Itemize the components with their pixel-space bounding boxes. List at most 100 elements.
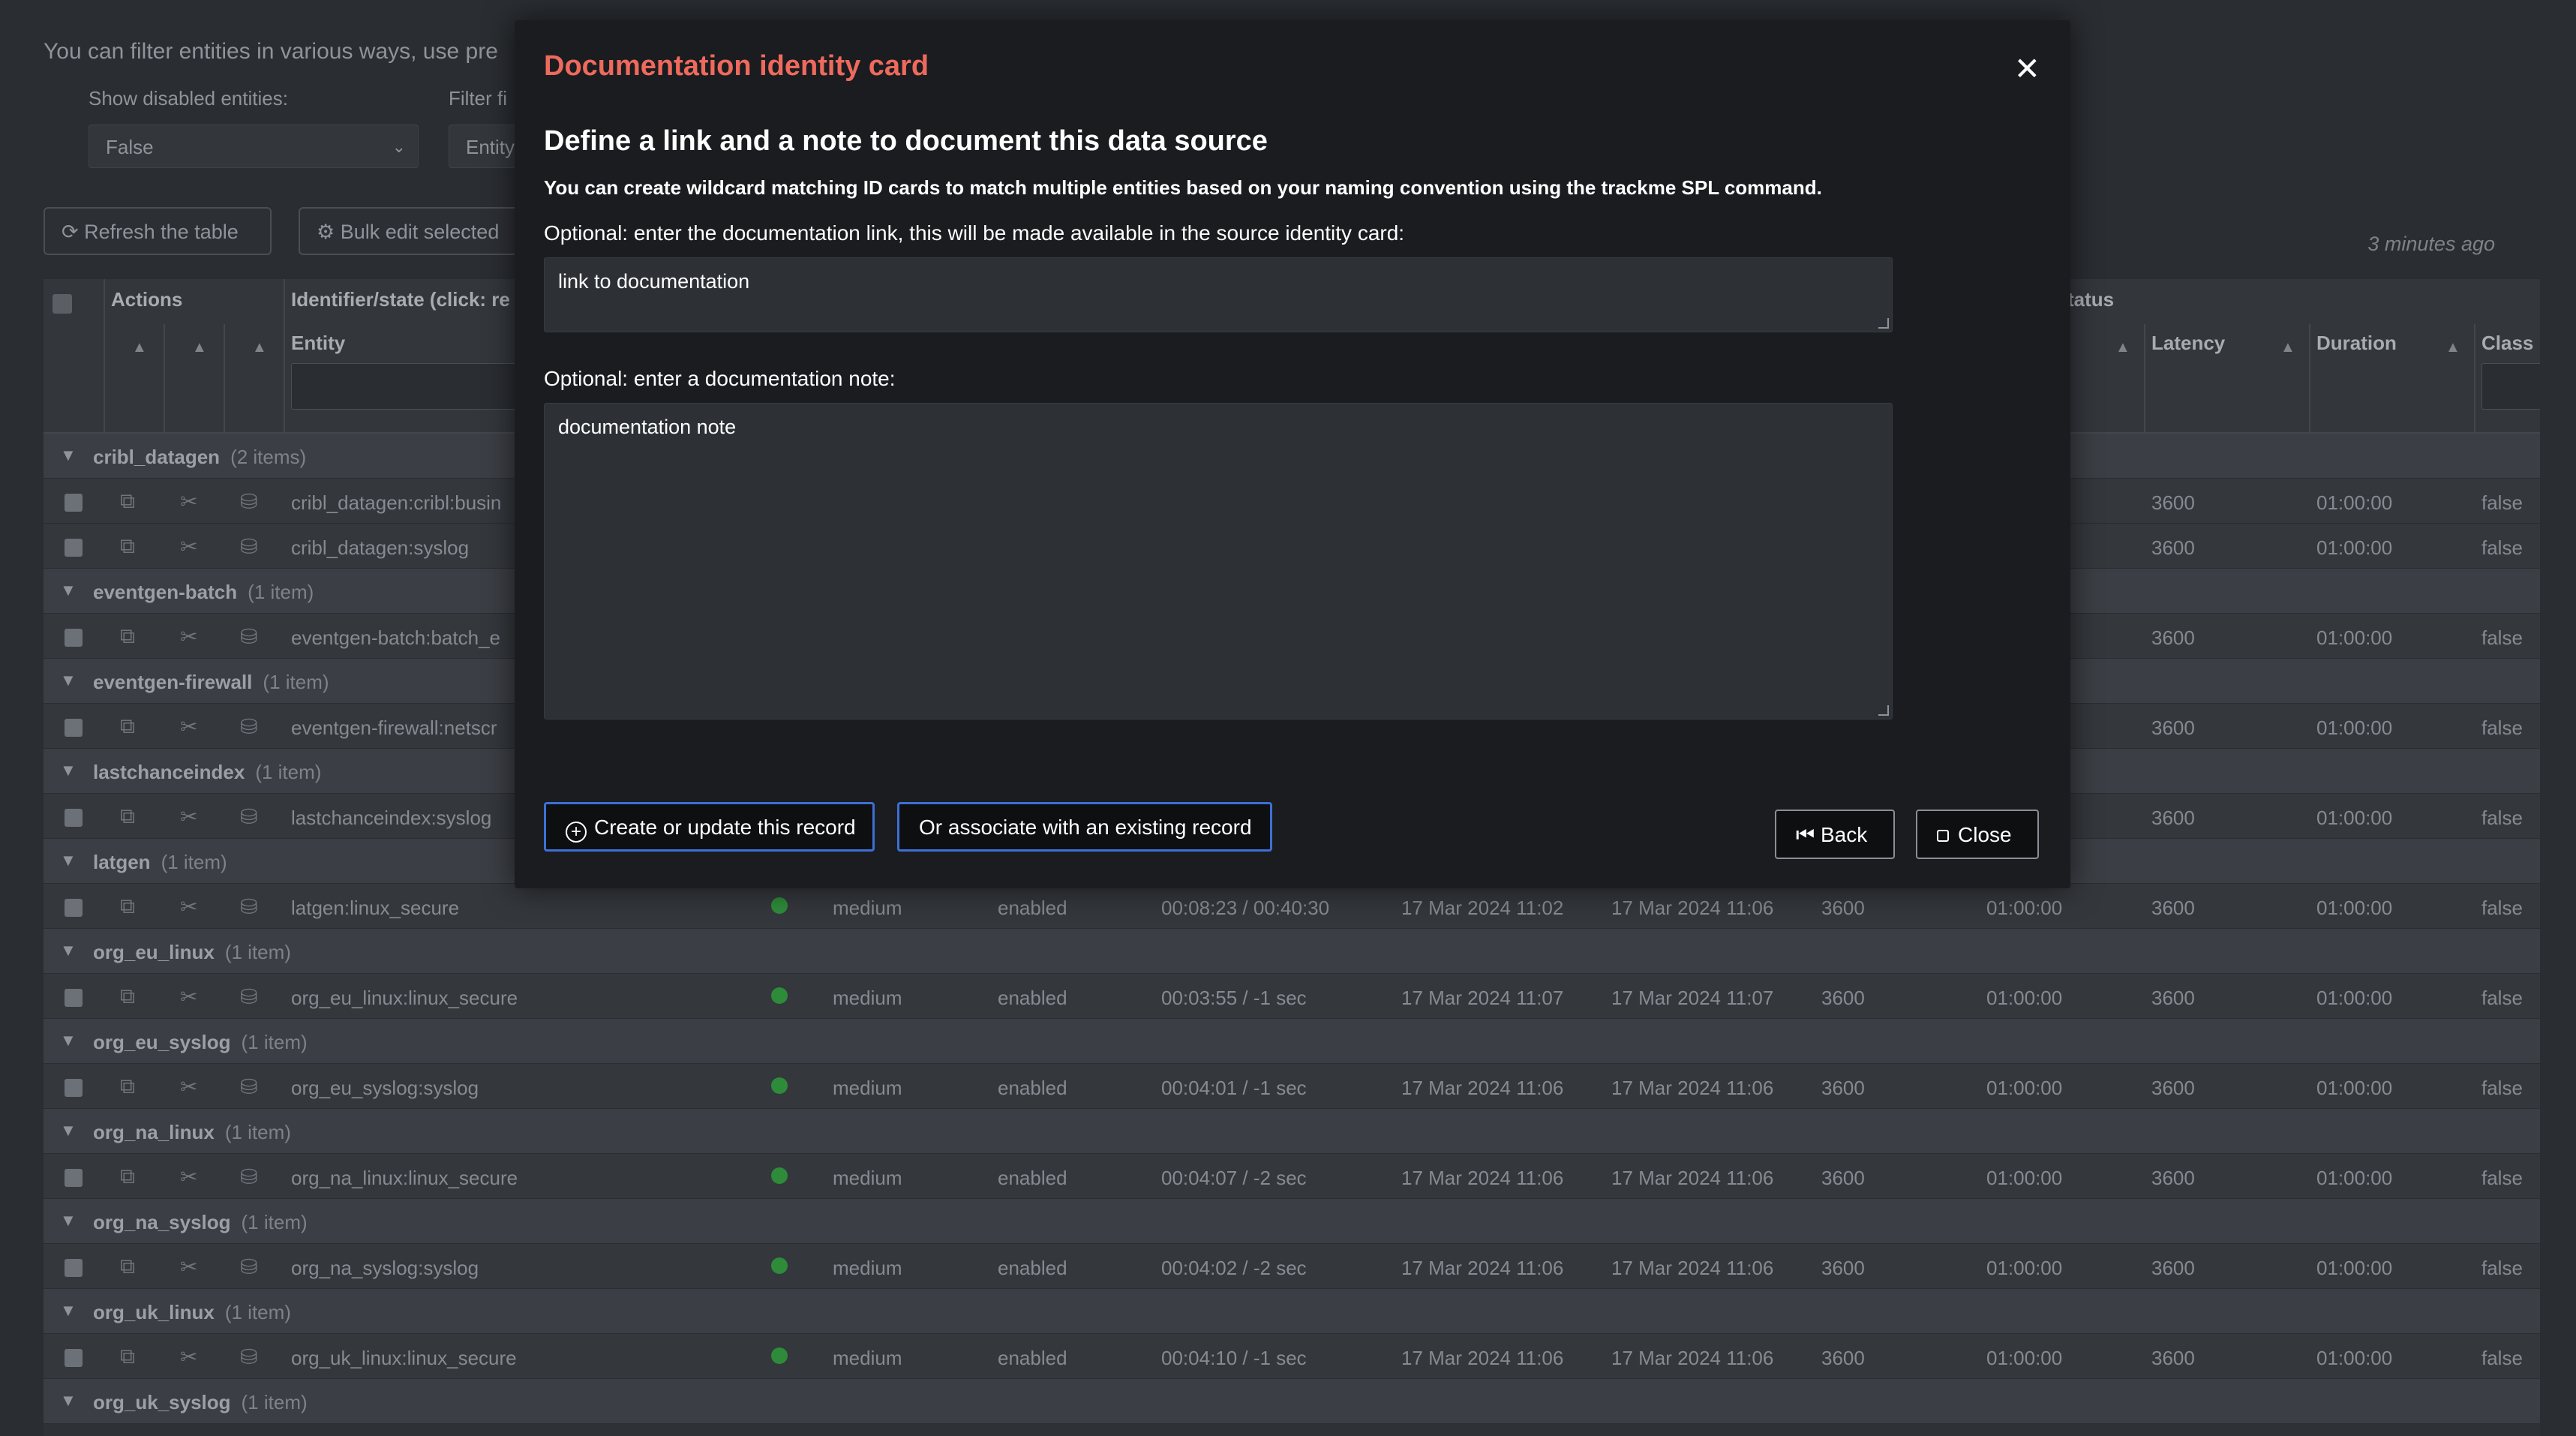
entity-cell[interactable]: org_eu_linux:linux_secure — [291, 987, 518, 1010]
caret-down-icon[interactable]: ▼ — [60, 1301, 77, 1320]
group-row[interactable]: ▼ org_uk_linux (1 item) — [44, 1289, 2540, 1334]
entity-filter-input[interactable] — [291, 363, 516, 410]
group-row[interactable]: ▼ org_na_syslog (1 item) — [44, 1199, 2540, 1244]
caret-down-icon[interactable]: ▼ — [60, 941, 77, 960]
header-latency[interactable]: Latency — [2151, 332, 2225, 355]
documentation-note-input[interactable]: documentation note — [544, 403, 1893, 720]
group-row[interactable]: ▼ org_eu_linux (1 item) — [44, 929, 2540, 974]
associate-record-button[interactable]: Or associate with an existing record — [897, 802, 1272, 852]
external-link-icon[interactable]: ⧉ — [120, 1164, 135, 1189]
table-row[interactable]: ⧉ ✂ ⛁ org_uk_linux:linux_secure medium enable… — [44, 1334, 2540, 1379]
tools-icon[interactable]: ✂ — [180, 489, 197, 514]
external-link-icon[interactable]: ⧉ — [120, 624, 135, 649]
external-link-icon[interactable]: ⧉ — [120, 984, 135, 1009]
caret-down-icon[interactable]: ▼ — [60, 851, 77, 870]
external-link-icon[interactable]: ⧉ — [120, 489, 135, 514]
header-class[interactable]: Class — [2481, 332, 2533, 355]
table-row[interactable]: ⧉ ✂ ⛁ org_na_syslog:syslog medium enabled 00:0… — [44, 1244, 2540, 1289]
caret-down-icon[interactable]: ▼ — [60, 446, 77, 465]
entity-cell[interactable]: org_eu_syslog:syslog — [291, 1077, 479, 1100]
group-row[interactable]: ▼ org_na_linux (1 item) — [44, 1109, 2540, 1154]
group-row[interactable]: ▼ org_eu_syslog (1 item) — [44, 1019, 2540, 1064]
class-filter-input[interactable] — [2481, 363, 2540, 410]
row-checkbox[interactable] — [65, 1169, 83, 1187]
select-all-checkbox[interactable] — [53, 294, 72, 314]
external-link-icon[interactable]: ⧉ — [120, 534, 135, 559]
entity-cell[interactable]: eventgen-batch:batch_e — [291, 626, 500, 650]
back-button[interactable]: ⏮ Back — [1775, 810, 1895, 859]
row-checkbox[interactable] — [65, 1259, 83, 1277]
database-icon[interactable]: ⛁ — [240, 714, 257, 739]
show-disabled-select[interactable]: False ⌄ — [89, 125, 419, 168]
database-icon[interactable]: ⛁ — [240, 804, 257, 829]
tools-icon[interactable]: ✂ — [180, 1254, 197, 1279]
caret-down-icon[interactable]: ▼ — [60, 581, 77, 600]
sort-icon[interactable]: ▲ — [2115, 339, 2130, 356]
table-row[interactable]: ⧉ ✂ ⛁ org_eu_linux:linux_secure medium enable… — [44, 974, 2540, 1019]
resize-handle-icon[interactable] — [1878, 318, 1889, 329]
external-link-icon[interactable]: ⧉ — [120, 804, 135, 829]
entity-cell[interactable]: cribl_datagen:cribl:busin — [291, 491, 501, 515]
caret-down-icon[interactable]: ▼ — [60, 671, 77, 690]
tools-icon[interactable]: ✂ — [180, 804, 197, 829]
row-checkbox[interactable] — [65, 1349, 83, 1367]
database-icon[interactable]: ⛁ — [240, 534, 257, 559]
caret-down-icon[interactable]: ▼ — [60, 1121, 77, 1140]
row-checkbox[interactable] — [65, 539, 83, 557]
entity-cell[interactable]: latgen:linux_secure — [291, 897, 459, 920]
database-icon[interactable]: ⛁ — [240, 1074, 257, 1099]
entity-cell[interactable]: lastchanceindex:syslog — [291, 807, 491, 830]
caret-down-icon[interactable]: ▼ — [60, 1031, 77, 1050]
tools-icon[interactable]: ✂ — [180, 984, 197, 1009]
table-row[interactable]: ⧉ ✂ ⛁ org_na_linux:linux_secure medium enable… — [44, 1154, 2540, 1199]
database-icon[interactable]: ⛁ — [240, 1344, 257, 1369]
entity-cell[interactable]: cribl_datagen:syslog — [291, 536, 469, 560]
row-checkbox[interactable] — [65, 899, 83, 917]
caret-down-icon[interactable]: ▼ — [60, 1211, 77, 1230]
tools-icon[interactable]: ✂ — [180, 894, 197, 919]
resize-handle-icon[interactable] — [1878, 705, 1889, 716]
external-link-icon[interactable]: ⧉ — [120, 894, 135, 919]
sort-icon[interactable]: ▲ — [252, 339, 267, 356]
caret-down-icon[interactable]: ▼ — [60, 1391, 77, 1410]
row-checkbox[interactable] — [65, 1079, 83, 1097]
external-link-icon[interactable]: ⧉ — [120, 1074, 135, 1099]
header-entity[interactable]: Entity — [291, 332, 345, 355]
sort-icon[interactable]: ▲ — [2445, 339, 2460, 356]
close-button[interactable]: Close — [1916, 810, 2039, 859]
tools-icon[interactable]: ✂ — [180, 534, 197, 559]
group-row[interactable]: ▼ org_uk_syslog (1 item) — [44, 1379, 2540, 1424]
entity-cell[interactable]: eventgen-firewall:netscr — [291, 716, 497, 740]
tools-icon[interactable]: ✂ — [180, 1344, 197, 1369]
create-update-record-button[interactable]: + Create or update this record — [544, 802, 875, 852]
tools-icon[interactable]: ✂ — [180, 714, 197, 739]
sort-icon[interactable]: ▲ — [2280, 339, 2295, 356]
caret-down-icon[interactable]: ▼ — [60, 761, 77, 780]
database-icon[interactable]: ⛁ — [240, 894, 257, 919]
row-checkbox[interactable] — [65, 494, 83, 512]
row-checkbox[interactable] — [65, 989, 83, 1007]
entity-cell[interactable]: org_na_linux:linux_secure — [291, 1167, 518, 1190]
database-icon[interactable]: ⛁ — [240, 1164, 257, 1189]
sort-icon[interactable]: ▲ — [192, 339, 207, 356]
table-row[interactable]: ⧉ ✂ ⛁ org_eu_syslog:syslog medium enabled 00:0… — [44, 1064, 2540, 1109]
entity-cell[interactable]: org_uk_linux:linux_secure — [291, 1347, 517, 1370]
refresh-table-button[interactable]: ⟳ Refresh the table — [44, 207, 272, 255]
documentation-link-input[interactable]: link to documentation — [544, 257, 1893, 332]
entity-cell[interactable]: org_na_syslog:syslog — [291, 1257, 479, 1280]
database-icon[interactable]: ⛁ — [240, 489, 257, 514]
header-duration[interactable]: Duration — [2316, 332, 2397, 355]
row-checkbox[interactable] — [65, 629, 83, 647]
tools-icon[interactable]: ✂ — [180, 1074, 197, 1099]
sort-icon[interactable]: ▲ — [132, 339, 147, 356]
external-link-icon[interactable]: ⧉ — [120, 1254, 135, 1279]
close-icon[interactable]: ✕ — [2014, 50, 2040, 87]
table-row[interactable]: ⧉ ✂ ⛁ latgen:linux_secure medium enabled 00:08… — [44, 884, 2540, 929]
external-link-icon[interactable]: ⧉ — [120, 714, 135, 739]
database-icon[interactable]: ⛁ — [240, 984, 257, 1009]
database-icon[interactable]: ⛁ — [240, 624, 257, 649]
row-checkbox[interactable] — [65, 719, 83, 737]
bulk-edit-button[interactable]: ⚙ Bulk edit selected — [299, 207, 539, 255]
external-link-icon[interactable]: ⧉ — [120, 1344, 135, 1369]
tools-icon[interactable]: ✂ — [180, 1164, 197, 1189]
